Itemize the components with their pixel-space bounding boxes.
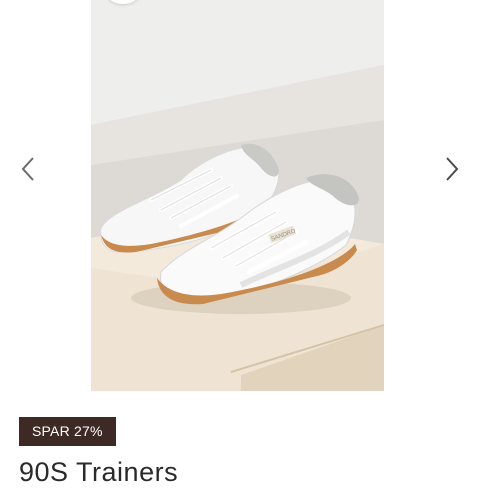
- chevron-left-icon: [21, 157, 34, 181]
- chevron-right-icon: [446, 157, 459, 181]
- discount-badge: SPAR 27%: [19, 417, 116, 446]
- product-gallery: SANDRO: [0, 0, 480, 395]
- product-image[interactable]: SANDRO: [91, 0, 384, 391]
- next-image-button[interactable]: [438, 155, 466, 183]
- product-title: 90S Trainers: [19, 457, 179, 487]
- previous-image-button[interactable]: [14, 155, 42, 183]
